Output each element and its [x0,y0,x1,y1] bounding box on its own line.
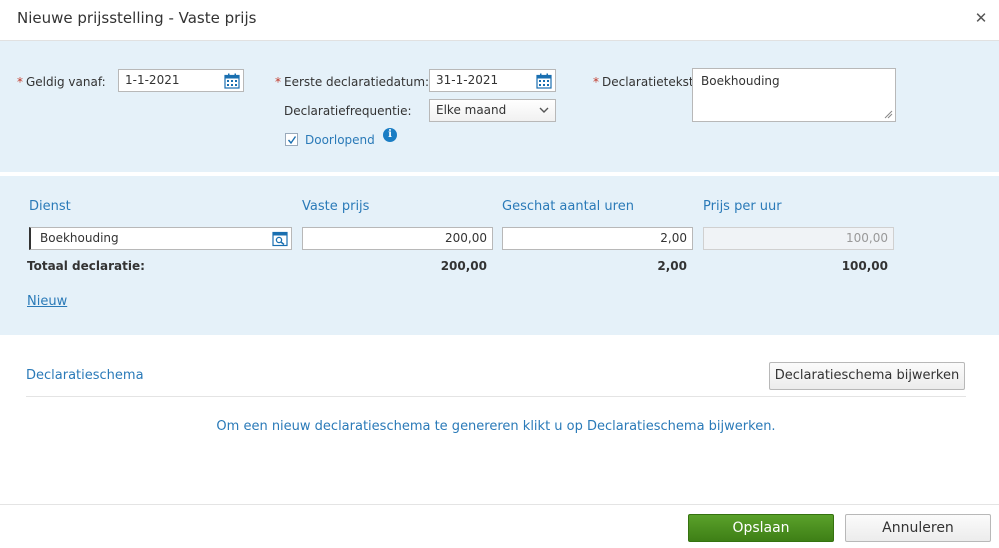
dienst-input[interactable]: Boekhouding [29,227,292,250]
geschat-aantal-uren-input[interactable]: 2,00 [502,227,693,250]
column-header-dienst: Dienst [29,199,71,214]
geldig-vanaf-input[interactable]: 1-1-2021 [118,69,244,92]
close-icon[interactable]: ✕ [973,10,989,26]
declaratieschema-title: Declaratieschema [26,368,144,383]
services-panel [0,176,999,335]
required-marker: * [275,75,281,89]
geldig-vanaf-value: 1-1-2021 [125,73,180,87]
dialog-title: Nieuwe prijsstelling - Vaste prijs [17,9,257,27]
nieuw-link[interactable]: Nieuw [27,294,67,309]
declaratietekst-value: Boekhouding [701,74,780,88]
resize-grip-icon[interactable] [884,110,893,119]
chevron-down-icon [539,107,549,113]
column-header-geschat-aantal-uren: Geschat aantal uren [502,199,634,214]
save-button[interactable]: Opslaan [688,514,834,542]
calendar-icon[interactable] [536,73,552,89]
eerste-declaratiedatum-label: * Eerste declaratiedatum: [275,75,429,89]
doorlopend-label[interactable]: Doorlopend [305,133,375,147]
totaal-vaste-prijs: 200,00 [440,259,487,273]
eerste-declaratiedatum-input[interactable]: 31-1-2021 [429,69,556,92]
totaal-prijs-per-uur: 100,00 [841,259,888,273]
required-marker: * [593,75,599,89]
declaratiefrequentie-value: Elke maand [436,103,507,117]
eerste-declaratiedatum-label-text: Eerste declaratiedatum: [284,75,430,89]
declaratietekst-label: * Declaratietekst: [593,75,698,89]
declaratietekst-textarea[interactable]: Boekhouding [692,68,896,122]
column-header-prijs-per-uur: Prijs per uur [703,199,782,214]
search-icon[interactable] [272,231,288,247]
calendar-icon[interactable] [224,73,240,89]
declaratiefrequentie-select[interactable]: Elke maand [429,99,556,122]
totaal-declaratie-label: Totaal declaratie: [27,259,145,273]
prijs-per-uur-input: 100,00 [703,227,894,250]
dienst-value: Boekhouding [40,231,119,245]
vaste-prijs-input[interactable]: 200,00 [302,227,493,250]
cancel-button[interactable]: Annuleren [845,514,991,542]
declaratiefrequentie-label: Declaratiefrequentie: [284,104,412,118]
declaratieschema-message: Om een nieuw declaratieschema te generer… [216,419,776,434]
geldig-vanaf-label-text: Geldig vanaf: [26,75,106,89]
dialog-header: Nieuwe prijsstelling - Vaste prijs ✕ [0,0,999,41]
divider [26,396,966,397]
checkmark-icon [287,136,297,145]
declaratieschema-bijwerken-button[interactable]: Declaratieschema bijwerken [769,362,965,390]
totaal-geschat-aantal-uren: 2,00 [657,259,687,273]
required-marker: * [17,75,23,89]
info-icon[interactable]: i [383,128,397,142]
column-header-vaste-prijs: Vaste prijs [302,199,370,214]
eerste-declaratiedatum-value: 31-1-2021 [436,73,499,87]
geldig-vanaf-label: * Geldig vanaf: [17,75,106,89]
declaratietekst-label-text: Declaratietekst: [602,75,698,89]
doorlopend-checkbox[interactable] [285,133,298,146]
